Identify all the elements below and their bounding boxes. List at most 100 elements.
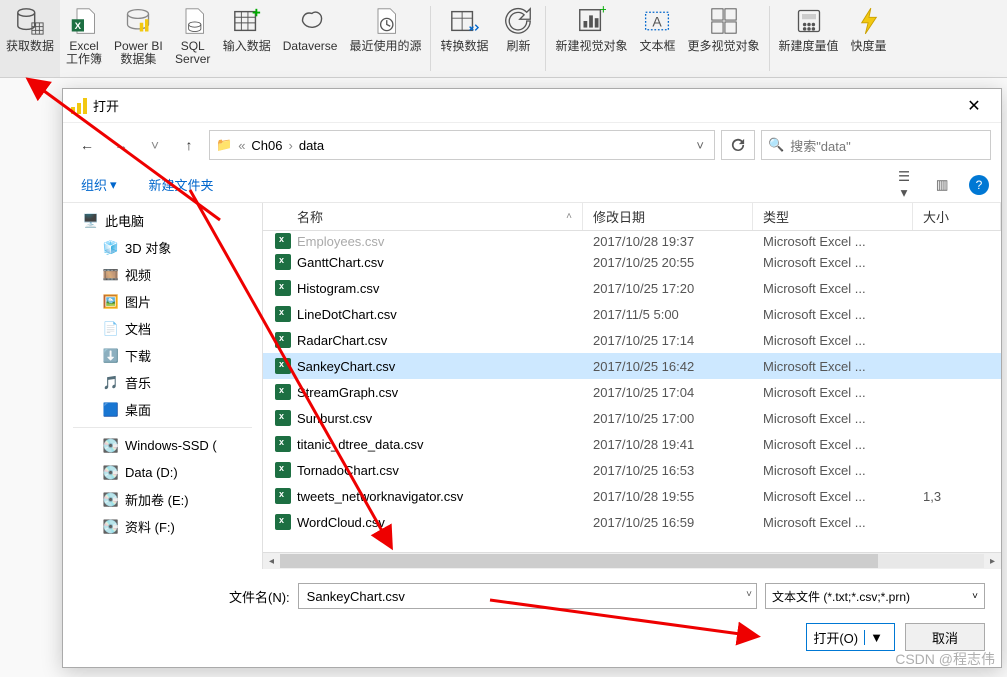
cancel-button[interactable]: 取消 bbox=[905, 623, 985, 651]
sidebar-item-desktop[interactable]: 🟦桌面 bbox=[63, 396, 262, 423]
file-type: Microsoft Excel ... bbox=[753, 255, 913, 270]
file-row[interactable]: LineDotChart.csv2017/11/5 5:00Microsoft … bbox=[263, 301, 1001, 327]
file-date: 2017/10/25 17:20 bbox=[583, 281, 753, 296]
sidebar-label: 此电脑 bbox=[105, 211, 144, 230]
open-button[interactable]: 打开(O) ▼ bbox=[806, 623, 895, 651]
file-date: 2017/10/28 19:55 bbox=[583, 489, 753, 504]
nav-up-button[interactable]: ↑ bbox=[175, 131, 203, 159]
chevron-down-icon[interactable]: ˅ bbox=[746, 589, 752, 600]
ribbon-sql[interactable]: SQL Server bbox=[169, 0, 217, 77]
nav-back-button[interactable]: ← bbox=[73, 131, 101, 159]
file-list[interactable]: Employees.csv2017/10/28 19:37Microsoft E… bbox=[263, 231, 1001, 552]
file-row[interactable]: GanttChart.csv2017/10/25 20:55Microsoft … bbox=[263, 249, 1001, 275]
sidebar-item-drive[interactable]: 💽Data (D:) bbox=[63, 459, 262, 486]
dialog-toolbar: 组织 ▾ 新建文件夹 ☰ ▾ ▥ ? bbox=[63, 167, 1001, 203]
search-input[interactable]: 🔍 搜索"data" bbox=[761, 130, 991, 160]
sidebar-label: 音乐 bbox=[125, 373, 151, 392]
3d-icon: 🧊 bbox=[103, 240, 119, 256]
sidebar-item-pictures[interactable]: 🖼️图片 bbox=[63, 288, 262, 315]
close-button[interactable]: ✕ bbox=[955, 91, 993, 121]
filename-input-text[interactable] bbox=[305, 584, 732, 608]
sidebar-item-3d[interactable]: 🧊3D 对象 bbox=[63, 234, 262, 261]
breadcrumb-part[interactable]: data bbox=[299, 138, 324, 153]
downloads-icon: ⬇️ bbox=[103, 348, 119, 364]
sidebar-item-docs[interactable]: 📄文档 bbox=[63, 315, 262, 342]
open-split-dropdown[interactable]: ▼ bbox=[864, 630, 888, 645]
dialog-titlebar: 打开 ✕ bbox=[63, 89, 1001, 123]
new-folder-button[interactable]: 新建文件夹 bbox=[143, 171, 220, 198]
ribbon-refresh[interactable]: 刷新 bbox=[494, 0, 542, 77]
file-row[interactable]: Histogram.csv2017/10/25 17:20Microsoft E… bbox=[263, 275, 1001, 301]
excel-file-icon bbox=[275, 462, 291, 478]
file-name: Employees.csv bbox=[297, 234, 384, 249]
ribbon-more-visuals[interactable]: 更多视觉对象 bbox=[682, 0, 766, 77]
database-icon bbox=[14, 4, 46, 38]
scroll-left-arrow[interactable]: ◂ bbox=[263, 553, 280, 569]
ribbon-table-plus[interactable]: 输入数据 bbox=[217, 0, 277, 77]
file-name: LineDotChart.csv bbox=[297, 307, 397, 322]
refresh-button[interactable] bbox=[721, 130, 755, 160]
scrollbar-thumb[interactable] bbox=[280, 554, 878, 568]
column-size[interactable]: 大小 bbox=[913, 203, 1001, 230]
preview-pane-button[interactable]: ▥ bbox=[925, 172, 959, 198]
file-row[interactable]: SankeyChart.csv2017/10/25 16:42Microsoft… bbox=[263, 353, 1001, 379]
file-type: Microsoft Excel ... bbox=[753, 437, 913, 452]
organize-button[interactable]: 组织 ▾ bbox=[75, 171, 123, 198]
breadcrumb-part[interactable]: Ch06 bbox=[251, 138, 282, 153]
file-name: StreamGraph.csv bbox=[297, 385, 398, 400]
chevron-down-icon[interactable]: ˅ bbox=[692, 138, 708, 153]
scroll-right-arrow[interactable]: ▸ bbox=[984, 553, 1001, 569]
ribbon-pbi[interactable]: Power BI 数据集 bbox=[108, 0, 169, 77]
file-type: Microsoft Excel ... bbox=[753, 411, 913, 426]
file-date: 2017/10/25 20:55 bbox=[583, 255, 753, 270]
excel-file-icon bbox=[275, 358, 291, 374]
ribbon-measure[interactable]: 新建度量值 bbox=[773, 0, 845, 77]
sidebar-item-drive[interactable]: 💽Windows-SSD ( bbox=[63, 432, 262, 459]
chevron-down-icon: ˅ bbox=[972, 591, 978, 602]
file-row[interactable]: TornadoChart.csv2017/10/25 16:53Microsof… bbox=[263, 457, 1001, 483]
dialog-title: 打开 bbox=[87, 96, 955, 115]
view-mode-button[interactable]: ☰ ▾ bbox=[887, 172, 921, 198]
nav-recent-button[interactable]: ˅ bbox=[141, 131, 169, 159]
help-button[interactable]: ? bbox=[969, 175, 989, 195]
file-type: Microsoft Excel ... bbox=[753, 333, 913, 348]
horizontal-scrollbar[interactable]: ◂ ▸ bbox=[263, 552, 1001, 569]
ribbon-visual[interactable]: + 新建视觉对象 bbox=[549, 0, 633, 77]
ribbon-dataverse[interactable]: Dataverse bbox=[277, 0, 344, 77]
more-visuals-icon bbox=[708, 4, 740, 38]
sidebar-item-pc[interactable]: 🖥️此电脑 bbox=[63, 207, 262, 234]
dialog-nav: ← → ˅ ↑ 📁 « Ch06 › data ˅ 🔍 搜索"data" bbox=[63, 123, 1001, 167]
sidebar-item-music[interactable]: 🎵音乐 bbox=[63, 369, 262, 396]
file-type: Microsoft Excel ... bbox=[753, 359, 913, 374]
column-date[interactable]: 修改日期 bbox=[583, 203, 753, 230]
ribbon-excel[interactable]: XExcel 工作簿 bbox=[60, 0, 108, 77]
filename-input[interactable]: ˅ bbox=[298, 583, 757, 609]
file-filter-select[interactable]: 文本文件 (*.txt;*.csv;*.prn) ˅ bbox=[765, 583, 985, 609]
svg-text:A: A bbox=[653, 13, 663, 29]
ribbon-label: 新建视觉对象 bbox=[555, 40, 627, 53]
sidebar-item-video[interactable]: 🎞️视频 bbox=[63, 261, 262, 288]
visual-icon: + bbox=[575, 4, 607, 38]
ribbon-database[interactable]: 获取数据 bbox=[0, 0, 60, 77]
nav-forward-button[interactable]: → bbox=[107, 131, 135, 159]
file-row[interactable]: titanic_dtree_data.csv2017/10/28 19:41Mi… bbox=[263, 431, 1001, 457]
sidebar-item-drive[interactable]: 💽新加卷 (E:) bbox=[63, 486, 262, 513]
ribbon-quick-measure[interactable]: 快度量 bbox=[845, 0, 893, 77]
file-row[interactable]: RadarChart.csv2017/10/25 17:14Microsoft … bbox=[263, 327, 1001, 353]
file-row[interactable]: Sunburst.csv2017/10/25 17:00Microsoft Ex… bbox=[263, 405, 1001, 431]
file-row[interactable]: StreamGraph.csv2017/10/25 17:04Microsoft… bbox=[263, 379, 1001, 405]
file-row[interactable]: Employees.csv2017/10/28 19:37Microsoft E… bbox=[263, 231, 1001, 249]
file-row[interactable]: tweets_networknavigator.csv2017/10/28 19… bbox=[263, 483, 1001, 509]
breadcrumb[interactable]: 📁 « Ch06 › data ˅ bbox=[209, 130, 715, 160]
ribbon-recent[interactable]: 最近使用的源 bbox=[343, 0, 427, 77]
file-row[interactable]: WordCloud.csv2017/10/25 16:59Microsoft E… bbox=[263, 509, 1001, 535]
column-name[interactable]: 名称˄ bbox=[263, 203, 583, 230]
ribbon-textbox[interactable]: A文本框 bbox=[633, 0, 681, 77]
excel-file-icon bbox=[275, 436, 291, 452]
ribbon-transform[interactable]: 转换数据 bbox=[434, 0, 494, 77]
ribbon-label: 输入数据 bbox=[223, 40, 271, 53]
file-date: 2017/10/25 17:14 bbox=[583, 333, 753, 348]
sidebar-item-downloads[interactable]: ⬇️下载 bbox=[63, 342, 262, 369]
sidebar-item-drive[interactable]: 💽资料 (F:) bbox=[63, 513, 262, 540]
column-type[interactable]: 类型 bbox=[753, 203, 913, 230]
